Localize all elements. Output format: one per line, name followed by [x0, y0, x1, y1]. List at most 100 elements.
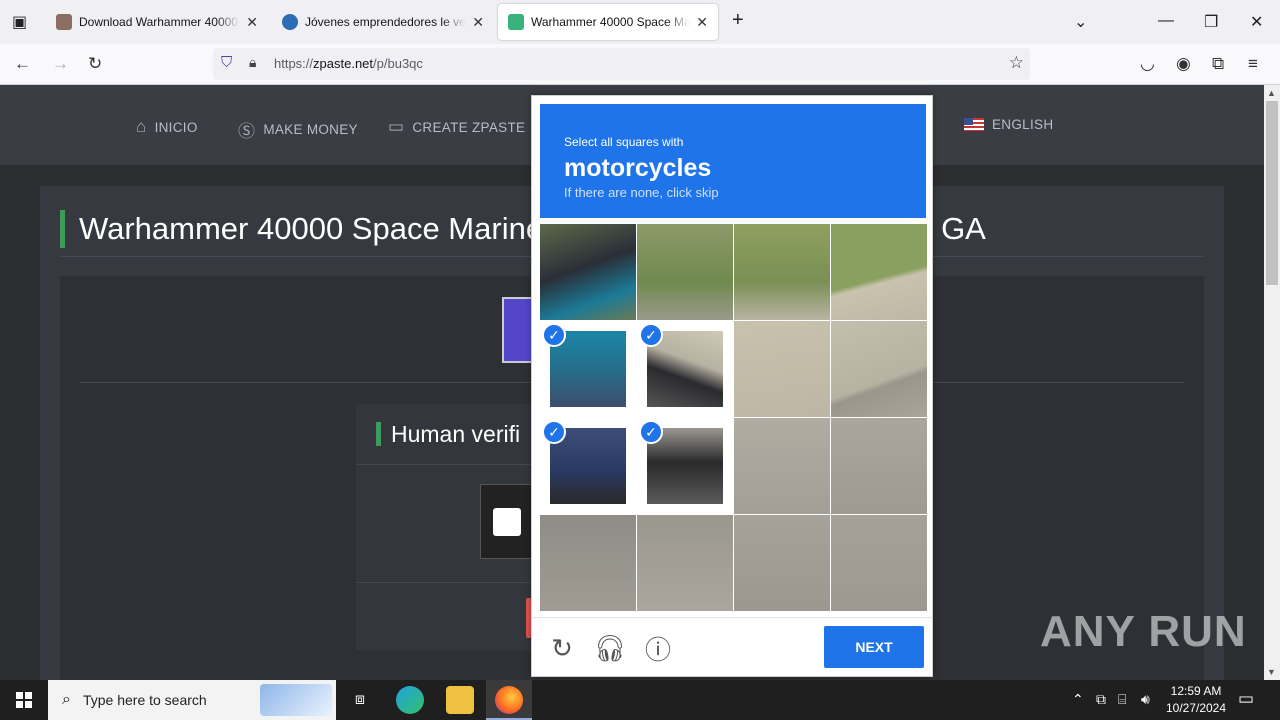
- anyrun-watermark: ANY RUN: [1040, 607, 1247, 656]
- home-icon: ⌂: [136, 117, 147, 136]
- checkmark-icon: ✓: [639, 323, 663, 347]
- headphones-icon[interactable]: 🎧︎: [594, 633, 627, 663]
- tab-bar: ▣ Download Warhammer 40000 Space Marine …: [0, 0, 1280, 44]
- grid-cell[interactable]: [637, 515, 733, 611]
- extensions-icon[interactable]: ⧉: [1212, 54, 1224, 74]
- url-bar[interactable]: ⛉ 🔒︎ https://zpaste.net/p/bu3qc ☆: [213, 48, 1030, 80]
- grid-cell[interactable]: [540, 224, 636, 320]
- start-button[interactable]: [0, 680, 48, 720]
- grid-cell-image: [831, 224, 927, 320]
- edge-icon[interactable]: [396, 686, 424, 714]
- minimize-icon[interactable]: —: [1158, 12, 1174, 30]
- volume-icon[interactable]: 🔊︎: [1141, 691, 1150, 708]
- grid-cell[interactable]: ✓: [637, 418, 733, 514]
- grid-cell-image: [831, 515, 927, 611]
- scroll-up-icon[interactable]: ▲: [1267, 88, 1276, 98]
- search-placeholder: Type here to search: [82, 692, 207, 708]
- network-icon[interactable]: ⌸: [1118, 691, 1126, 708]
- navigation-toolbar: ← → ↻ ⛉ 🔒︎ https://zpaste.net/p/bu3qc ☆ …: [0, 44, 1280, 85]
- lock-icon[interactable]: 🔒︎: [249, 54, 256, 71]
- grid-cell[interactable]: [540, 515, 636, 611]
- nav-inicio[interactable]: ⌂ INICIO: [136, 117, 198, 137]
- grid-cell-image: [637, 224, 733, 320]
- prompt-instruction: Select all squares with: [564, 135, 684, 149]
- scroll-down-icon[interactable]: ▼: [1267, 667, 1276, 677]
- nav-create-zpaste[interactable]: ▭ CREATE ZPASTE: [388, 117, 525, 137]
- file-explorer-icon[interactable]: [446, 686, 474, 714]
- bookmark-star-icon[interactable]: ☆: [1009, 53, 1024, 73]
- reload-icon[interactable]: ↻: [88, 54, 102, 74]
- checkmark-icon: ✓: [639, 420, 663, 444]
- grid-cell[interactable]: [637, 224, 733, 320]
- grid-cell[interactable]: ✓: [637, 321, 733, 417]
- zpaste-favicon-icon: [508, 14, 524, 30]
- tab-list-icon[interactable]: ▣: [12, 12, 27, 32]
- grid-cell[interactable]: [734, 418, 830, 514]
- grid-cell[interactable]: [831, 418, 927, 514]
- nav-make-money[interactable]: Ⓢ MAKE MONEY: [238, 117, 358, 142]
- forward-icon[interactable]: →: [52, 54, 69, 74]
- grid-cell-image: [540, 515, 636, 611]
- pocket-icon[interactable]: ◡: [1140, 54, 1155, 74]
- grid-cell[interactable]: [734, 224, 830, 320]
- taskbar: ⌕ Type here to search ⧈ ⌃ ⧉ ⌸ 🔊︎ 12:59 A…: [0, 680, 1280, 720]
- close-tab-icon[interactable]: ✕: [696, 14, 708, 31]
- tab-1[interactable]: Download Warhammer 40000 Space Marine ✕: [46, 4, 268, 40]
- refresh-icon[interactable]: ↻: [548, 633, 576, 663]
- scroll-thumb[interactable]: [1266, 101, 1278, 285]
- shield-icon[interactable]: ⛉: [221, 54, 232, 71]
- grid-cell-image: [734, 321, 830, 417]
- bike-favicon-icon: [282, 14, 298, 30]
- system-clock[interactable]: 12:59 AM 10/27/2024: [1160, 683, 1232, 717]
- grid-cell-image: [734, 515, 830, 611]
- new-tab-button[interactable]: +: [732, 9, 744, 32]
- list-all-tabs-icon[interactable]: ⌄: [1074, 12, 1087, 32]
- notifications-icon[interactable]: ▭: [1238, 689, 1254, 709]
- menu-icon[interactable]: ≡: [1248, 54, 1258, 74]
- grid-cell[interactable]: [734, 515, 830, 611]
- restore-icon[interactable]: ❐: [1204, 12, 1218, 32]
- close-tab-icon[interactable]: ✕: [472, 14, 484, 31]
- grid-cell[interactable]: [734, 321, 830, 417]
- divider: [532, 617, 932, 618]
- image-grid: ✓ ✓ ✓ ✓: [540, 224, 927, 611]
- firefox-taskbar-button[interactable]: [486, 680, 532, 720]
- verification-title: Human verifi: [376, 422, 520, 446]
- grid-cell-image: [734, 224, 830, 320]
- captcha-checkbox[interactable]: [493, 508, 521, 536]
- tab-title: Warhammer 40000 Space Marine: [531, 15, 691, 29]
- next-button[interactable]: NEXT: [824, 626, 924, 668]
- info-icon[interactable]: ⓘ: [644, 634, 672, 665]
- taskbar-search[interactable]: ⌕ Type here to search: [48, 680, 336, 720]
- site-favicon-icon: [56, 14, 72, 30]
- account-icon[interactable]: ◉: [1176, 54, 1191, 74]
- meet-now-icon[interactable]: ⧉: [1096, 691, 1106, 708]
- grid-cell[interactable]: [831, 515, 927, 611]
- tab-2[interactable]: Jóvenes emprendedores le venden ✕: [272, 4, 494, 40]
- show-hidden-icons-icon[interactable]: ⌃: [1072, 691, 1084, 708]
- tab-title: Download Warhammer 40000 Space Marine: [79, 15, 240, 29]
- task-view-icon[interactable]: ⧈: [346, 686, 374, 714]
- windows-logo-icon: [16, 692, 32, 708]
- close-window-icon[interactable]: ✕: [1250, 12, 1263, 32]
- grid-cell[interactable]: ✓: [540, 321, 636, 417]
- clock-date: 10/27/2024: [1165, 701, 1227, 715]
- url-text[interactable]: https://zpaste.net/p/bu3qc: [274, 56, 423, 71]
- grid-cell-image: [734, 418, 830, 514]
- grid-cell-image: [831, 418, 927, 514]
- grid-cell-image: [637, 515, 733, 611]
- back-icon[interactable]: ←: [14, 54, 31, 74]
- checkmark-icon: ✓: [542, 420, 566, 444]
- clock-time: 12:59 AM: [1170, 684, 1222, 698]
- tab-3-active[interactable]: Warhammer 40000 Space Marine ✕: [498, 4, 718, 40]
- firefox-icon: [495, 686, 523, 714]
- grid-cell[interactable]: [831, 321, 927, 417]
- page-scrollbar[interactable]: ▲ ▼: [1264, 85, 1280, 680]
- grid-cell[interactable]: [831, 224, 927, 320]
- grid-cell[interactable]: ✓: [540, 418, 636, 514]
- prompt-target: motorcycles: [564, 154, 712, 182]
- folder-icon: ▭: [388, 117, 405, 136]
- us-flag-icon: [964, 118, 984, 131]
- nav-language[interactable]: ENGLISH: [964, 117, 1053, 132]
- close-tab-icon[interactable]: ✕: [246, 14, 258, 31]
